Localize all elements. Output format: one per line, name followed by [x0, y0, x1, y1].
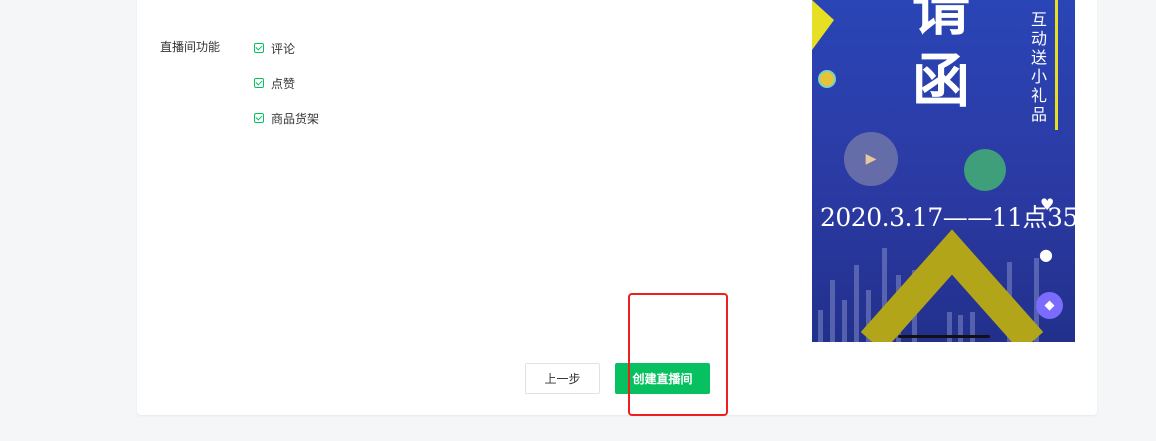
option-like[interactable]: 点赞	[254, 75, 295, 91]
avatar	[818, 70, 836, 88]
green-circle-decor	[964, 149, 1006, 191]
poster-date: 2020.3.17——11点35	[820, 203, 1075, 232]
live-room-preview: 请 函 互动送小礼品 ▶ 2020.3.17——11点35 ♥ ● ◆	[812, 0, 1075, 342]
heart-icon: ♥	[1040, 195, 1055, 214]
live-room-features-label: 直播间功能	[160, 40, 221, 54]
shopping-bag-icon: ◆	[1036, 292, 1063, 319]
option-product-shelf[interactable]: 商品货架	[254, 110, 319, 126]
option-label: 评论	[271, 41, 296, 56]
poster-char-main: 函	[912, 47, 971, 115]
home-indicator	[898, 335, 990, 338]
comment-icon: ●	[1039, 245, 1053, 264]
checkbox-checked-icon[interactable]	[254, 113, 264, 123]
yellow-corner-shape	[812, 0, 834, 50]
option-comment[interactable]: 评论	[254, 40, 295, 56]
previous-step-button[interactable]: 上一步	[525, 363, 600, 394]
poster-char-top: 请	[912, 0, 971, 43]
yellow-vertical-bar	[1055, 0, 1058, 130]
option-label: 商品货架	[271, 111, 320, 126]
red-highlight-box	[628, 293, 728, 416]
checkbox-checked-icon[interactable]	[254, 78, 264, 88]
option-label: 点赞	[271, 76, 296, 91]
checkbox-checked-icon[interactable]	[254, 43, 264, 53]
poster-vertical-text: 互动送小礼品	[1030, 10, 1047, 124]
play-icon: ▶	[844, 132, 898, 186]
